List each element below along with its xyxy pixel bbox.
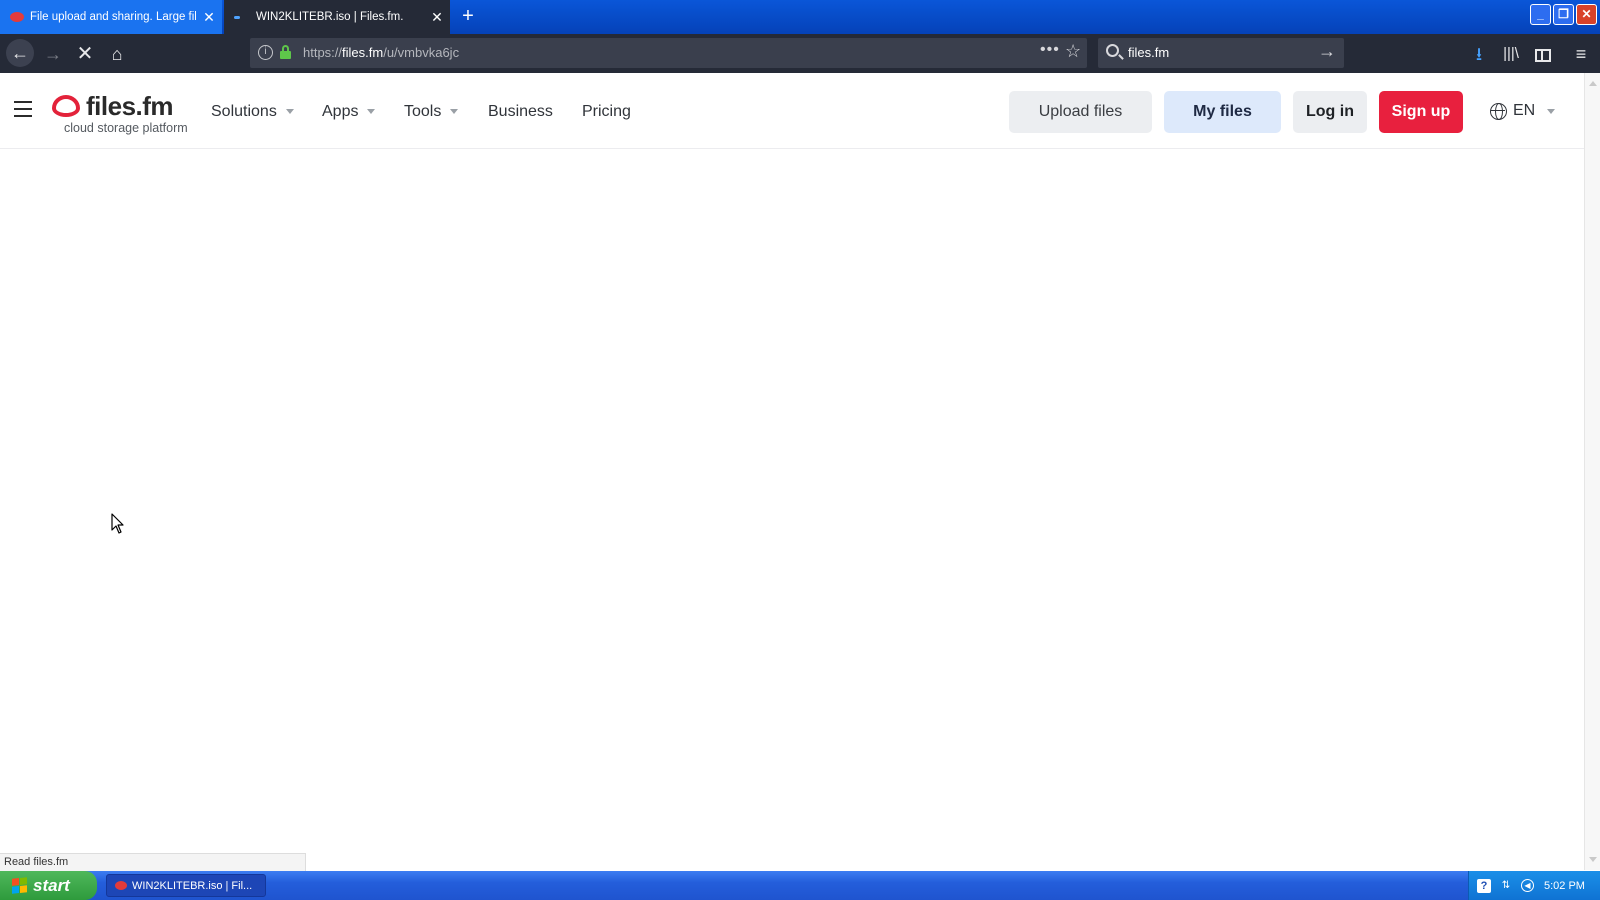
tab-file-upload[interactable]: File upload and sharing. Large file ✕ bbox=[0, 0, 222, 34]
browser-tab-strip: File upload and sharing. Large file ✕ WI… bbox=[0, 0, 1600, 34]
log-in-button[interactable]: Log in bbox=[1293, 91, 1367, 133]
url-scheme: https:// bbox=[303, 45, 343, 60]
nav-solutions[interactable]: Solutions bbox=[211, 103, 294, 121]
nav-label: Tools bbox=[404, 103, 442, 120]
search-icon bbox=[1106, 44, 1119, 57]
lock-icon bbox=[280, 45, 291, 59]
tab-close-icon[interactable]: ✕ bbox=[424, 9, 450, 26]
url-host: files.fm bbox=[342, 45, 384, 60]
start-label: start bbox=[33, 875, 70, 895]
nav-business[interactable]: Business bbox=[488, 103, 553, 121]
globe-icon bbox=[1490, 102, 1507, 120]
bookmark-star-icon[interactable]: ☆ bbox=[1065, 41, 1081, 62]
scroll-down-arrow-icon[interactable] bbox=[1589, 857, 1597, 862]
tab-close-icon[interactable]: ✕ bbox=[196, 9, 222, 26]
system-clock: 5:02 PM bbox=[1544, 879, 1585, 892]
taskbar-window-title: WIN2KLITEBR.iso | Fil... bbox=[132, 879, 253, 892]
window-maximize-button[interactable]: ❐ bbox=[1553, 4, 1574, 25]
chevron-down-icon bbox=[1547, 108, 1556, 114]
home-icon[interactable]: ⌂ bbox=[104, 41, 130, 67]
taskbar-window-item[interactable]: WIN2KLITEBR.iso | Fil... bbox=[106, 874, 266, 897]
browser-menu-icon[interactable]: ≡ bbox=[1568, 41, 1594, 67]
nav-label: Apps bbox=[322, 103, 359, 120]
address-bar[interactable]: i https://files.fm/u/vmbvka6jc ••• ☆ bbox=[250, 38, 1087, 68]
logo-tagline: cloud storage platform bbox=[64, 121, 188, 135]
search-go-icon[interactable]: → bbox=[1318, 41, 1336, 62]
firefox-icon bbox=[115, 881, 127, 890]
scroll-up-arrow-icon[interactable] bbox=[1589, 81, 1597, 86]
search-bar[interactable]: files.fm → bbox=[1098, 38, 1344, 68]
my-files-button[interactable]: My files bbox=[1164, 91, 1281, 133]
tab-win2klitebr[interactable]: WIN2KLITEBR.iso | Files.fm. ✕ bbox=[224, 0, 450, 34]
forward-icon[interactable]: → bbox=[40, 41, 66, 67]
nav-tools[interactable]: Tools bbox=[404, 103, 459, 121]
downloads-icon[interactable]: ⭳ bbox=[1466, 41, 1492, 67]
url-path: /u/vmbvka6jc bbox=[383, 45, 460, 60]
browser-toolbar: ← → ✕ ⌂ i https://files.fm/u/vmbvka6jc •… bbox=[0, 34, 1600, 73]
start-button[interactable]: start bbox=[0, 871, 97, 900]
tab-title: File upload and sharing. Large file bbox=[30, 11, 196, 23]
sidebar-toggle-icon[interactable] bbox=[1530, 41, 1556, 67]
window-close-button[interactable]: ✕ bbox=[1576, 4, 1597, 25]
browser-status-bar: Read files.fm bbox=[0, 853, 306, 871]
tab-title: WIN2KLITEBR.iso | Files.fm. bbox=[256, 11, 404, 23]
nav-label: Solutions bbox=[211, 103, 277, 120]
site-info-icon[interactable]: i bbox=[258, 45, 273, 60]
back-icon[interactable]: ← bbox=[6, 39, 34, 67]
language-code: EN bbox=[1513, 102, 1536, 119]
files-fm-favicon-icon bbox=[10, 12, 24, 22]
chevron-down-icon bbox=[450, 109, 459, 115]
nav-apps[interactable]: Apps bbox=[322, 103, 376, 121]
page-content bbox=[0, 149, 1584, 863]
hamburger-menu-icon[interactable] bbox=[14, 101, 32, 117]
system-tray: ? ⇅ ◀ 5:02 PM bbox=[1468, 871, 1600, 900]
library-icon[interactable]: |||\ bbox=[1498, 41, 1524, 67]
volume-icon[interactable]: ◀ bbox=[1521, 879, 1534, 892]
cloud-logo-icon bbox=[52, 95, 80, 117]
url-text[interactable]: https://files.fm/u/vmbvka6jc bbox=[303, 45, 459, 60]
nav-pricing[interactable]: Pricing bbox=[582, 103, 631, 121]
site-header: files.fm cloud storage platform Solution… bbox=[0, 73, 1584, 149]
mouse-pointer-icon bbox=[111, 513, 124, 534]
logo-name: files.fm bbox=[86, 91, 174, 121]
page-actions-icon[interactable]: ••• bbox=[1040, 41, 1060, 59]
windows-flag-icon bbox=[12, 877, 27, 894]
windows-taskbar: start WIN2KLITEBR.iso | Fil... ? ⇅ ◀ 5:0… bbox=[0, 871, 1600, 900]
language-selector[interactable]: EN bbox=[1490, 102, 1556, 120]
new-tab-button[interactable]: + bbox=[456, 3, 480, 29]
network-icon[interactable]: ⇅ bbox=[1499, 879, 1513, 893]
files-fm-logo[interactable]: files.fm cloud storage platform bbox=[52, 91, 192, 135]
help-icon[interactable]: ? bbox=[1477, 878, 1491, 893]
loading-indicator-icon bbox=[234, 15, 240, 19]
stop-loading-icon[interactable]: ✕ bbox=[72, 41, 98, 67]
search-input[interactable]: files.fm bbox=[1128, 45, 1169, 60]
chevron-down-icon bbox=[285, 109, 294, 115]
chevron-down-icon bbox=[367, 109, 376, 115]
page-scrollbar[interactable] bbox=[1584, 73, 1600, 870]
upload-files-button[interactable]: Upload files bbox=[1009, 91, 1152, 133]
sign-up-button[interactable]: Sign up bbox=[1379, 91, 1463, 133]
window-minimize-button[interactable]: _ bbox=[1530, 4, 1551, 25]
